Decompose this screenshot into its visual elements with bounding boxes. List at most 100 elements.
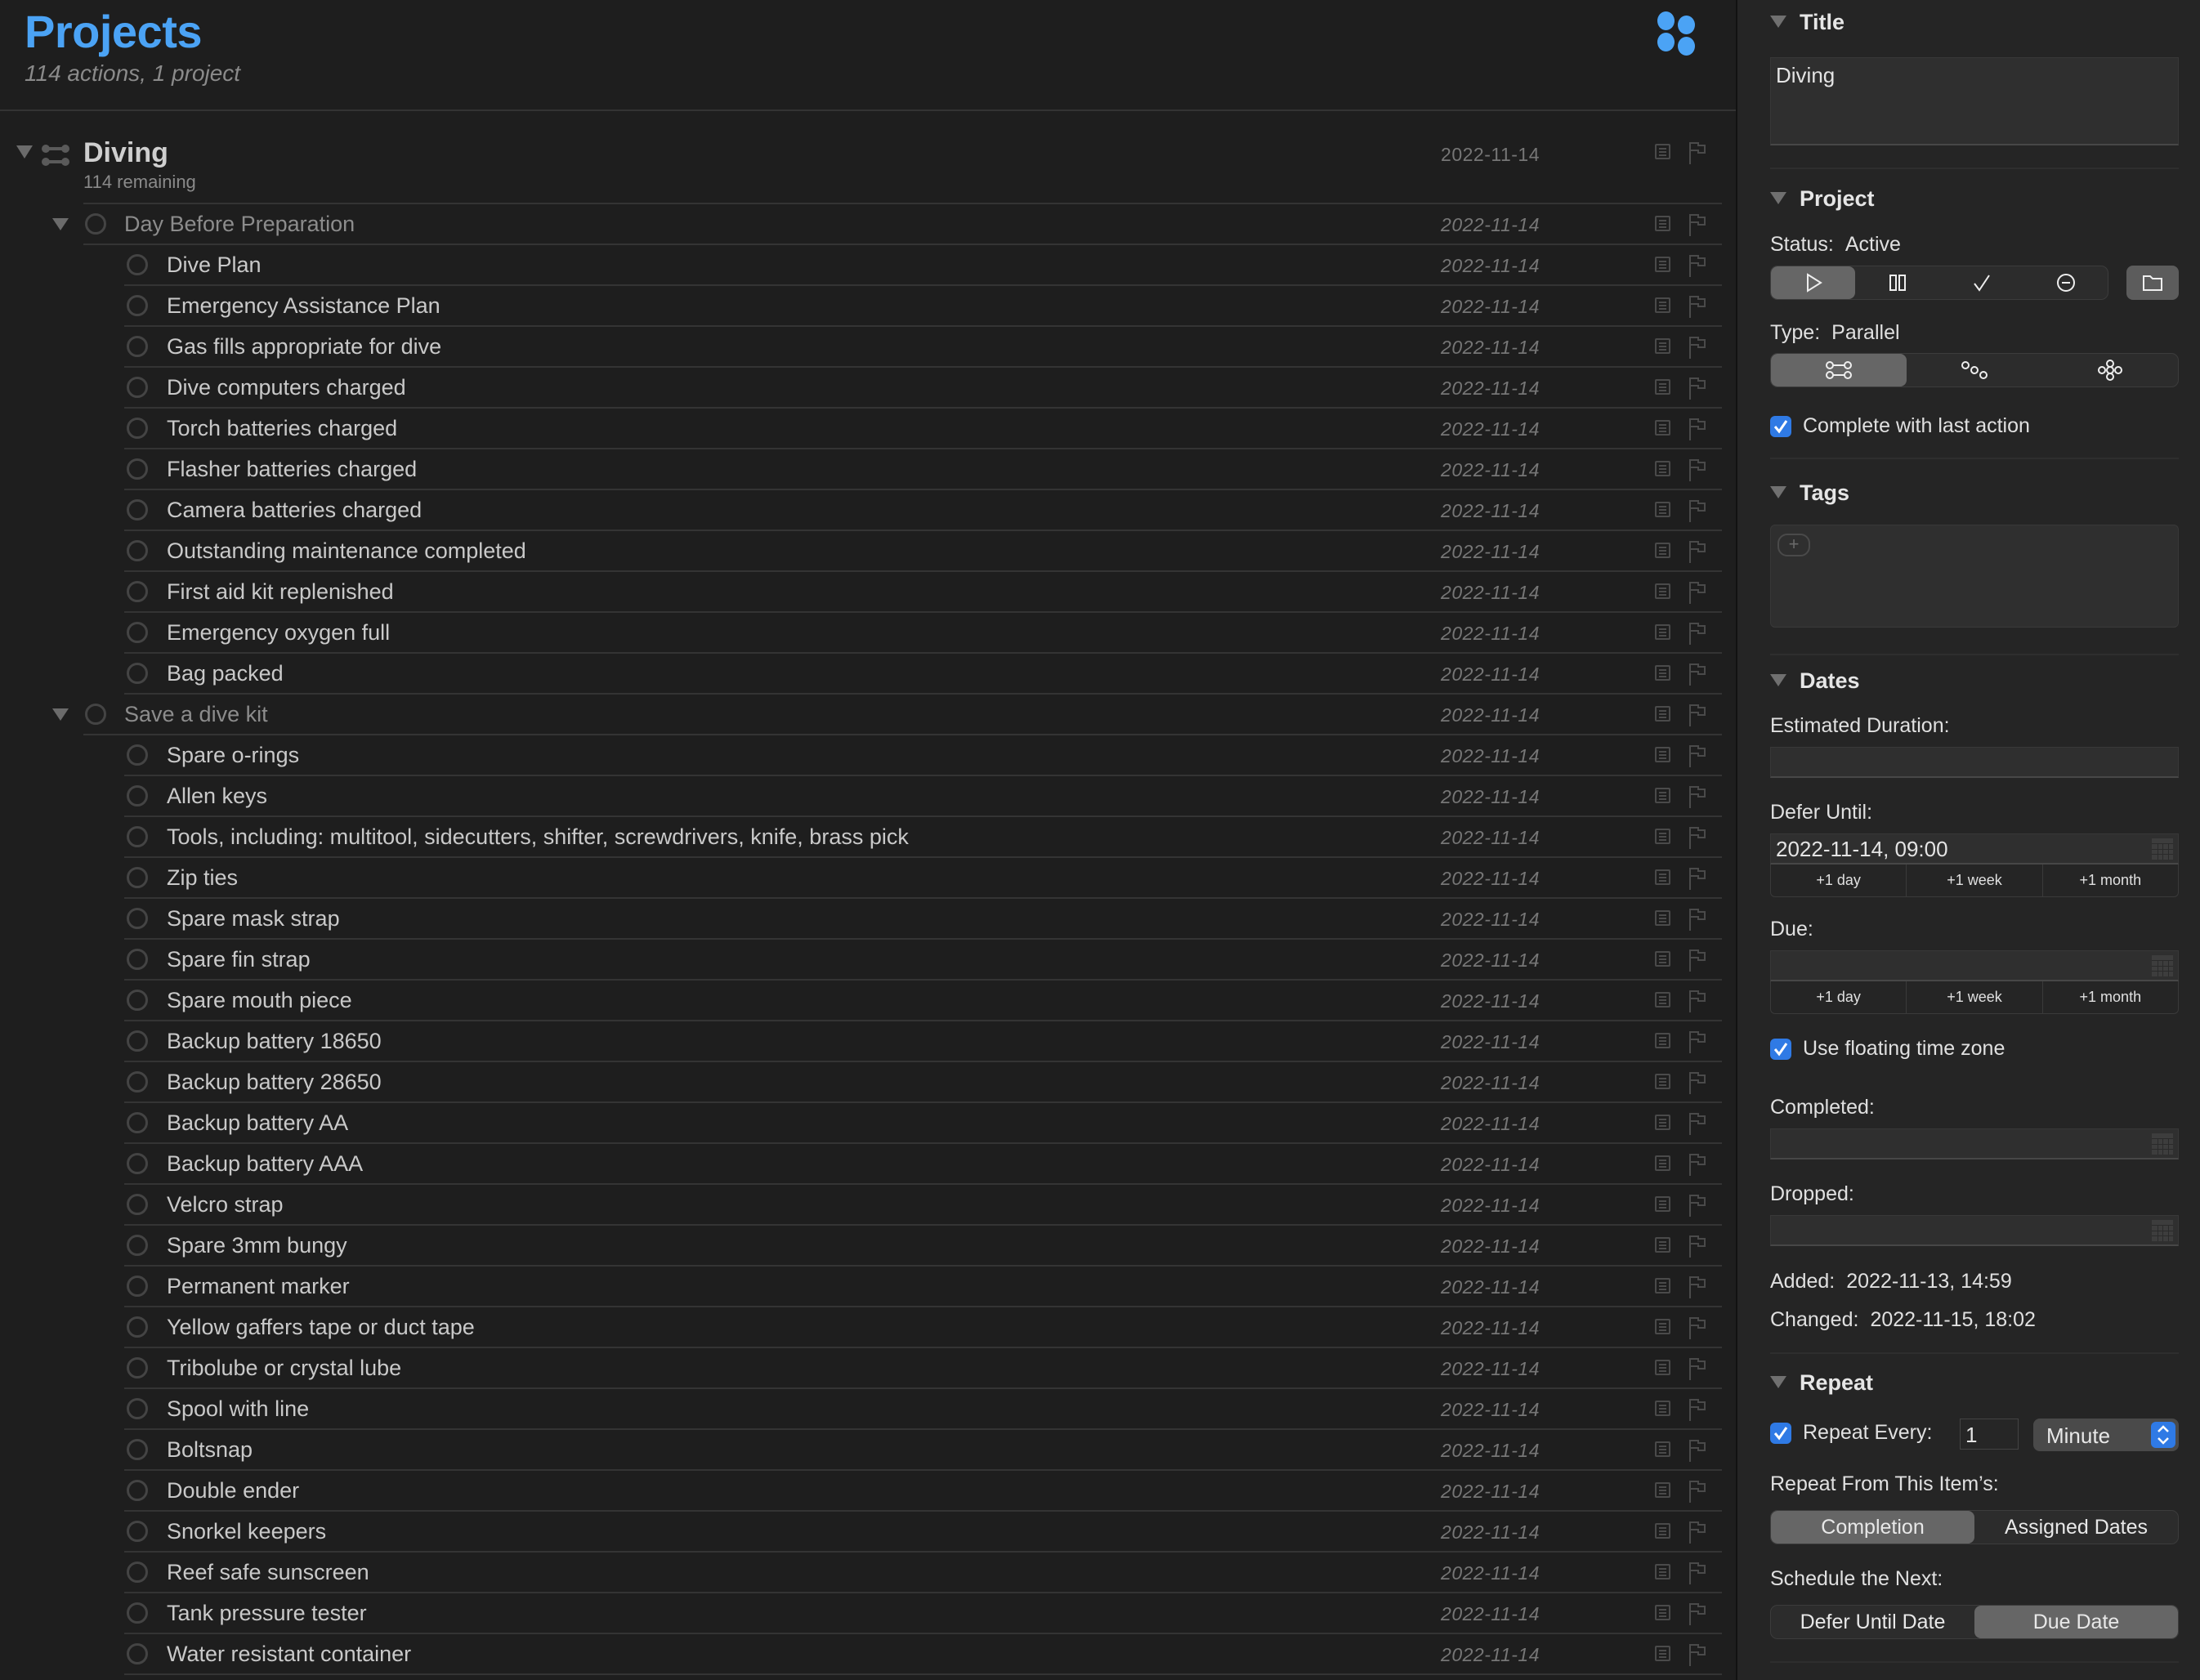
flag-icon[interactable] [1688, 1438, 1707, 1463]
action-title[interactable]: Permanent marker [167, 1274, 350, 1299]
flag-icon[interactable] [1688, 989, 1707, 1013]
disclosure-triangle-icon[interactable] [1770, 486, 1786, 499]
note-icon[interactable] [1655, 624, 1670, 640]
defer-until-value[interactable]: 2022-11-14, 09:00 [1776, 837, 1948, 862]
action-title[interactable]: Spare o-rings [167, 743, 299, 768]
note-icon[interactable] [1655, 257, 1670, 272]
action-title[interactable]: Backup battery 28650 [167, 1070, 382, 1095]
action-row[interactable]: First aid kit replenished 2022-11-14 [0, 572, 1736, 613]
status-circle-checkbox[interactable] [127, 1643, 148, 1664]
status-circle-checkbox[interactable] [85, 213, 106, 235]
action-row[interactable]: Backup battery AAA 2022-11-14 [0, 1144, 1736, 1185]
status-circle-checkbox[interactable] [127, 785, 148, 806]
action-row[interactable]: Water resistant container 2022-11-14 [0, 1634, 1736, 1675]
note-icon[interactable] [1655, 1155, 1670, 1171]
defer-plus-1-day-button[interactable]: +1 day [1771, 865, 1907, 896]
parallel-project-icon[interactable] [41, 143, 70, 168]
flag-icon[interactable] [1688, 1397, 1707, 1422]
note-icon[interactable] [1655, 1237, 1670, 1253]
action-title[interactable]: Spare mask strap [167, 906, 340, 932]
action-title[interactable]: Outstanding maintenance completed [167, 538, 526, 564]
action-row[interactable]: Emergency oxygen full 2022-11-14 [0, 613, 1736, 654]
complete-with-last-action-checkbox[interactable] [1770, 416, 1791, 437]
flag-icon[interactable] [1688, 539, 1707, 564]
status-circle-checkbox[interactable] [127, 377, 148, 398]
action-row[interactable]: Spare 3mm bungy 2022-11-14 [0, 1226, 1736, 1267]
project-title[interactable]: Diving [83, 137, 168, 169]
tags-field[interactable]: + [1770, 525, 2179, 628]
note-icon[interactable] [1655, 747, 1670, 762]
repeat-unit-select[interactable]: Minute [2033, 1419, 2179, 1451]
note-icon[interactable] [1655, 1196, 1670, 1212]
flag-icon[interactable] [1688, 1234, 1707, 1258]
defer-plus-1-month-button[interactable]: +1 month [2043, 865, 2178, 896]
schedule-defer-until-date-button[interactable]: Defer Until Date [1771, 1606, 1974, 1638]
flag-icon[interactable] [1688, 1275, 1707, 1299]
flag-icon[interactable] [1688, 498, 1707, 523]
action-title[interactable]: Tribolube or crystal lube [167, 1356, 401, 1381]
action-title[interactable]: Flasher batteries charged [167, 457, 417, 482]
flag-icon[interactable] [1688, 1561, 1707, 1585]
note-icon[interactable] [1655, 788, 1670, 803]
action-title[interactable]: Backup battery AA [167, 1110, 348, 1136]
flag-icon[interactable] [1688, 335, 1707, 360]
status-circle-checkbox[interactable] [127, 1439, 148, 1460]
project-section-header[interactable]: Project [1770, 186, 1875, 212]
action-row[interactable]: Dive Plan 2022-11-14 [0, 245, 1736, 286]
repeat-from-assigned-dates-button[interactable]: Assigned Dates [1974, 1511, 2178, 1544]
note-icon[interactable] [1655, 1441, 1670, 1457]
status-circle-checkbox[interactable] [127, 663, 148, 684]
action-title[interactable]: Camera batteries charged [167, 498, 422, 523]
flag-icon[interactable] [1688, 1316, 1707, 1340]
schedule-next-segmented-control[interactable]: Defer Until Date Due Date [1770, 1605, 2179, 1639]
flag-icon[interactable] [1688, 948, 1707, 972]
action-row[interactable]: Spare mask strap 2022-11-14 [0, 899, 1736, 940]
status-circle-checkbox[interactable] [127, 1521, 148, 1542]
reveal-in-folder-button[interactable] [2126, 266, 2179, 300]
action-row[interactable]: Tools, including: multitool, sidecutters… [0, 817, 1736, 858]
flag-icon[interactable] [1688, 376, 1707, 400]
flag-icon[interactable] [1688, 1520, 1707, 1544]
action-row[interactable]: Velcro strap 2022-11-14 [0, 1185, 1736, 1226]
repeat-section-header[interactable]: Repeat [1770, 1370, 1873, 1396]
status-on-hold-button[interactable] [1855, 266, 1939, 299]
action-title[interactable]: Velcro strap [167, 1192, 284, 1218]
flag-icon[interactable] [1688, 1356, 1707, 1381]
complete-with-last-action-label[interactable]: Complete with last action [1803, 414, 2030, 438]
repeat-from-segmented-control[interactable]: Completion Assigned Dates [1770, 1510, 2179, 1544]
action-title[interactable]: Spare 3mm bungy [167, 1233, 347, 1258]
action-row[interactable]: Bag packed 2022-11-14 [0, 654, 1736, 695]
note-icon[interactable] [1655, 461, 1670, 476]
action-title[interactable]: First aid kit replenished [167, 579, 394, 605]
note-icon[interactable] [1655, 1115, 1670, 1130]
status-circle-checkbox[interactable] [127, 1276, 148, 1297]
flag-icon[interactable] [1688, 662, 1707, 686]
note-icon[interactable] [1655, 583, 1670, 599]
flag-icon[interactable] [1688, 1479, 1707, 1504]
disclosure-triangle-icon[interactable] [1770, 674, 1786, 687]
flag-icon[interactable] [1688, 621, 1707, 646]
status-circle-checkbox[interactable] [127, 1153, 148, 1174]
action-row[interactable]: Allen keys 2022-11-14 [0, 776, 1736, 817]
note-icon[interactable] [1655, 420, 1670, 436]
action-title[interactable]: Water resistant container [167, 1642, 411, 1667]
repeat-every-value[interactable]: 1 [1965, 1423, 1977, 1448]
action-row[interactable]: Spare o-rings 2022-11-14 [0, 735, 1736, 776]
repeat-from-completion-button[interactable]: Completion [1771, 1511, 1974, 1544]
status-circle-checkbox[interactable] [127, 826, 148, 847]
flag-icon[interactable] [1688, 784, 1707, 809]
completed-field[interactable] [1770, 1128, 2179, 1159]
flag-icon[interactable] [1688, 1070, 1707, 1095]
action-title[interactable]: Tank pressure tester [167, 1601, 367, 1626]
type-segmented-control[interactable] [1770, 353, 2179, 387]
due-field[interactable] [1770, 950, 2179, 981]
action-row[interactable]: Backup battery 28650 2022-11-14 [0, 1062, 1736, 1103]
flag-icon[interactable] [1688, 825, 1707, 850]
status-circle-checkbox[interactable] [127, 1194, 148, 1215]
status-circle-checkbox[interactable] [127, 295, 148, 316]
status-circle-checkbox[interactable] [127, 254, 148, 275]
status-circle-checkbox[interactable] [127, 1316, 148, 1338]
flag-icon[interactable] [1688, 212, 1707, 237]
action-title[interactable]: Boltsnap [167, 1437, 253, 1463]
note-icon[interactable] [1655, 1523, 1670, 1539]
